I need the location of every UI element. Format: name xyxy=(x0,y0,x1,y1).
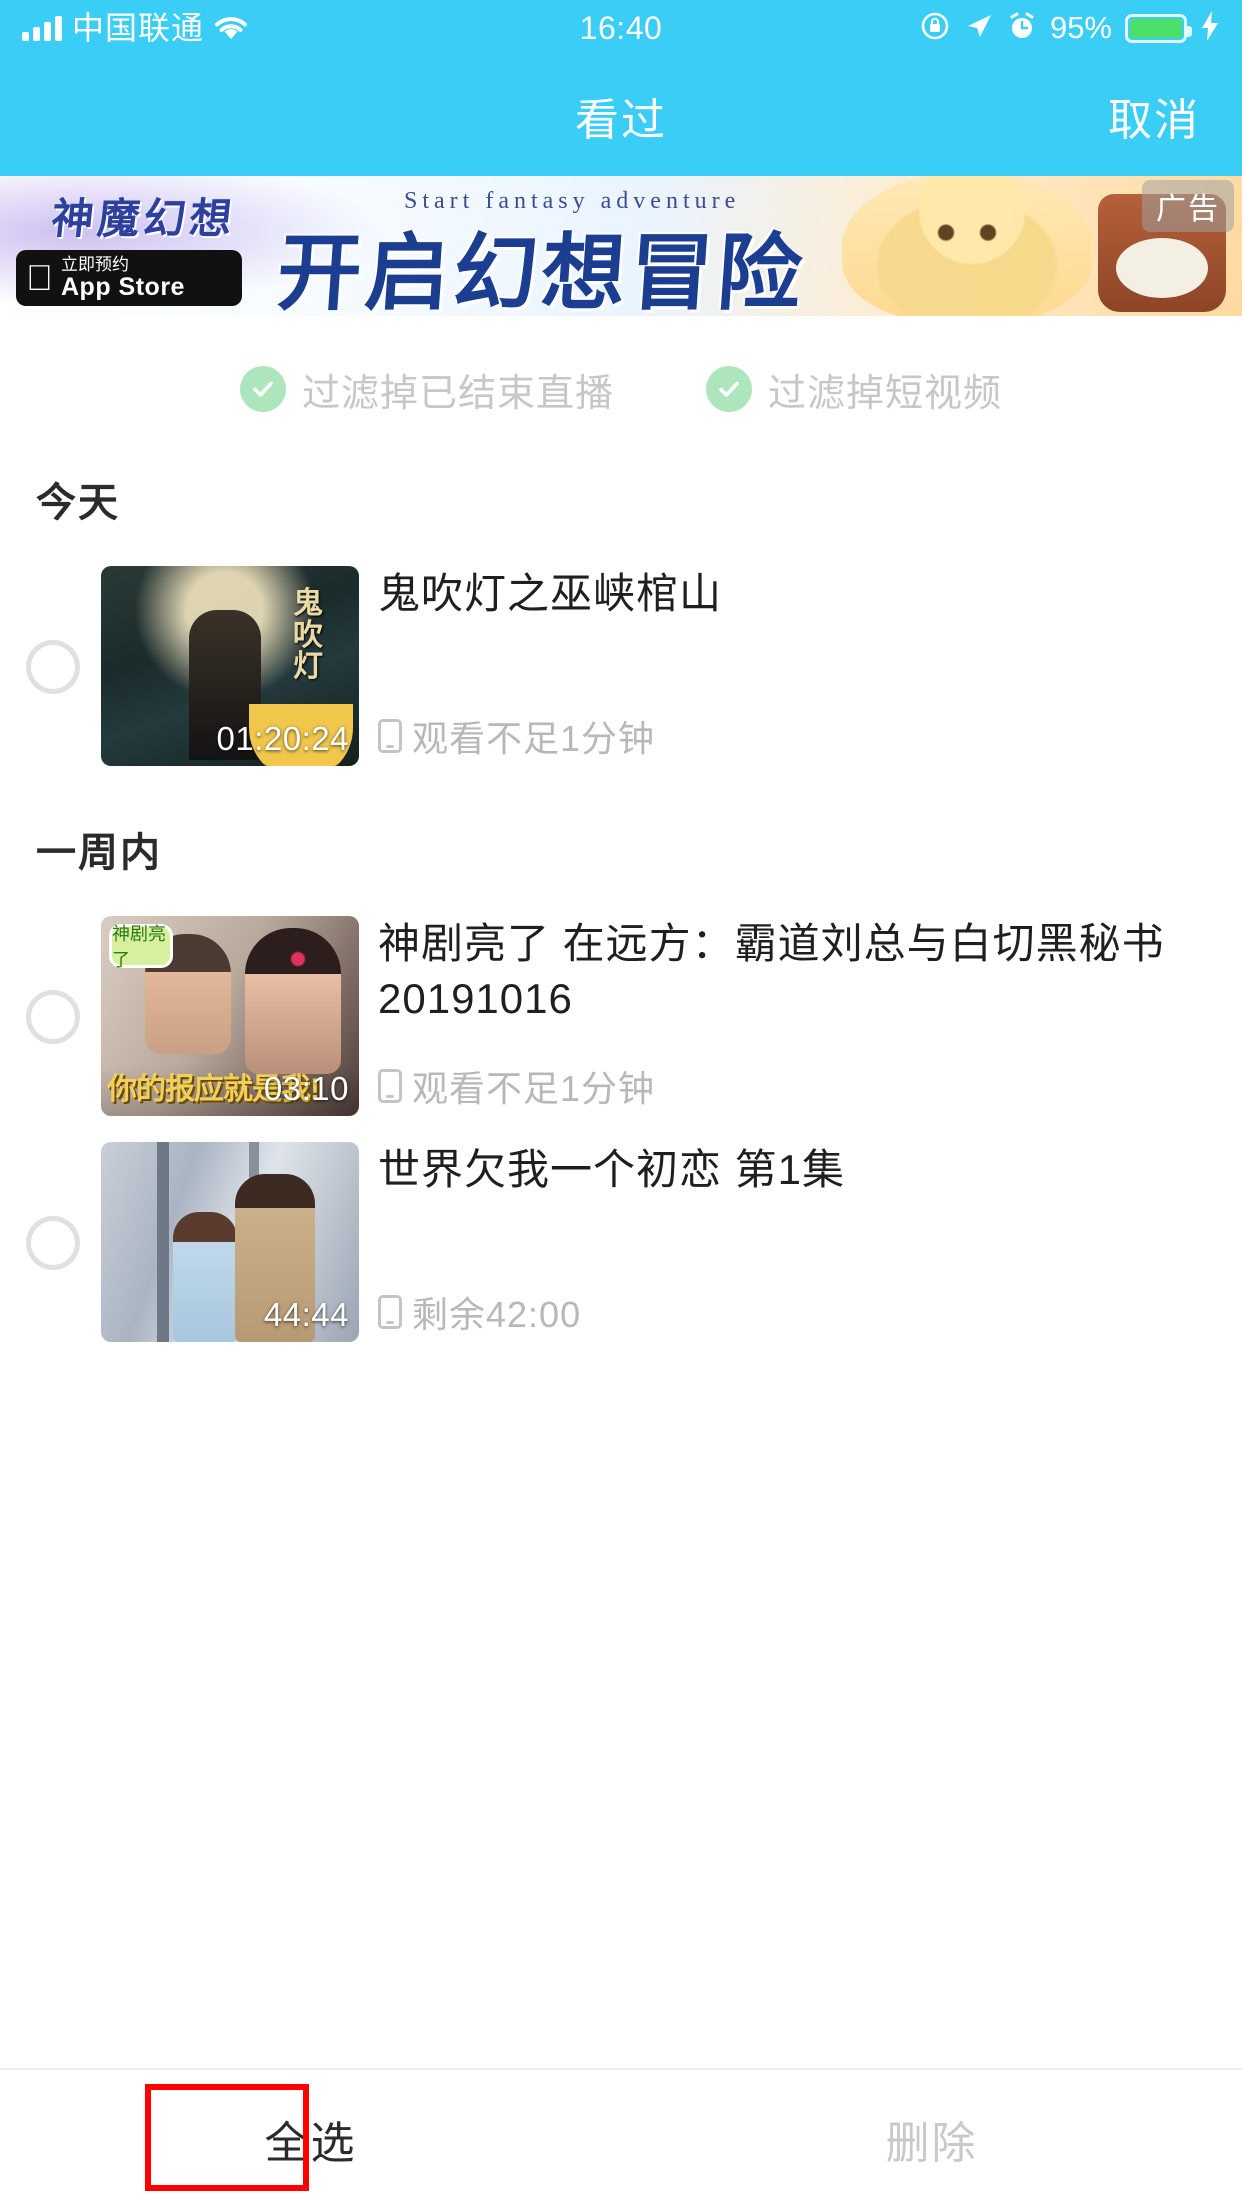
watch-status-label: 剩余42:00 xyxy=(412,1294,582,1335)
ad-game-logo: 神魔幻想 xyxy=(49,194,239,242)
thumbnail-art-door-left xyxy=(157,1142,169,1342)
watch-status: 剩余42:00 xyxy=(378,1286,581,1338)
list-item-meta: 神剧亮了 在远方：霸道刘总与白切黑秘书 20191016 观看不足1分钟 xyxy=(378,916,1226,1116)
video-thumbnail[interactable]: 01:20:24 xyxy=(101,566,359,766)
checkbox-unchecked-icon[interactable] xyxy=(26,640,80,694)
list-item[interactable]: 神剧亮了 你的报应就是我! 03:10 神剧亮了 在远方：霸道刘总与白切黑秘书 … xyxy=(0,904,1242,1130)
cancel-button[interactable]: 取消 xyxy=(1108,84,1200,148)
list-item-meta: 世界欠我一个初恋 第1集 剩余42:00 xyxy=(378,1142,1226,1342)
watch-status-label: 观看不足1分钟 xyxy=(412,1068,656,1109)
battery-icon xyxy=(1125,13,1192,43)
battery-percent-label: 95% xyxy=(1049,10,1112,45)
group-header-week: 一周内 xyxy=(36,831,162,875)
video-duration-badge: 01:20:24 xyxy=(216,720,349,757)
video-title: 鬼吹灯之巫峡棺山 xyxy=(378,570,723,617)
ad-label-badge: 广告 xyxy=(1142,180,1234,232)
ad-headline: 开启幻想冒险 xyxy=(274,226,809,316)
list-item[interactable]: 44:44 世界欠我一个初恋 第1集 剩余42:00 xyxy=(0,1130,1242,1356)
ad-character-art xyxy=(842,176,1092,316)
watch-status-label: 观看不足1分钟 xyxy=(412,718,656,759)
filter-option-shortvideo-label: 过滤掉短视频 xyxy=(768,372,1003,415)
phone-screen: 中国联通 16:40 95% 看过 取消 神魔幻想 立即预约 App Store… xyxy=(0,0,1242,2208)
filter-option-live[interactable]: 过滤掉已结束直播 xyxy=(239,362,614,417)
thumbnail-art-star xyxy=(271,932,325,986)
filter-option-live-label: 过滤掉已结束直播 xyxy=(301,372,614,415)
video-duration-badge: 03:10 xyxy=(263,1070,349,1107)
alarm-clock-icon xyxy=(1007,11,1037,46)
rotation-lock-icon xyxy=(919,10,951,47)
status-bar: 中国联通 16:40 95% xyxy=(0,0,1242,56)
location-arrow-icon xyxy=(964,11,994,46)
delete-container: 删除 xyxy=(621,2107,1242,2171)
checkbox-unchecked-icon[interactable] xyxy=(26,1216,80,1270)
lightning-bolt-icon xyxy=(1200,10,1220,47)
history-list: 今天 01:20:24 鬼吹灯之巫峡棺山 观看不足1分钟 一周内 xyxy=(0,430,1242,1356)
ad-banner[interactable]: 神魔幻想  立即预约 App Store Start fantasy adve… xyxy=(0,176,1242,316)
apple-icon:  xyxy=(26,260,53,296)
group-header-today: 今天 xyxy=(36,481,120,525)
list-item[interactable]: 01:20:24 鬼吹灯之巫峡棺山 观看不足1分钟 xyxy=(0,554,1242,780)
video-thumbnail[interactable]: 神剧亮了 你的报应就是我! 03:10 xyxy=(101,916,359,1116)
ad-appstore-big-label: App Store xyxy=(34,272,184,301)
device-phone-icon xyxy=(378,1295,402,1329)
status-bar-right: 95% xyxy=(919,10,1220,47)
device-phone-icon xyxy=(378,719,402,753)
select-all-container: 全选 xyxy=(0,2085,621,2193)
select-all-button[interactable]: 全选 xyxy=(231,2085,391,2193)
thumbnail-bubble-label: 神剧亮了 xyxy=(109,924,173,970)
delete-button[interactable]: 删除 xyxy=(886,2107,978,2171)
filter-option-shortvideo[interactable]: 过滤掉短视频 xyxy=(706,362,1002,417)
watch-status: 观看不足1分钟 xyxy=(378,1060,655,1112)
video-title: 世界欠我一个初恋 第1集 xyxy=(378,1146,846,1193)
nav-bar: 看过 取消 xyxy=(0,56,1242,176)
watch-status: 观看不足1分钟 xyxy=(378,710,655,762)
video-thumbnail[interactable]: 44:44 xyxy=(101,1142,359,1342)
thumbnail-art-person-left xyxy=(173,1212,237,1342)
video-duration-badge: 44:44 xyxy=(263,1296,349,1333)
list-item-meta: 鬼吹灯之巫峡棺山 观看不足1分钟 xyxy=(378,566,1226,766)
ad-appstore-text: 立即预约 App Store xyxy=(61,256,185,300)
checkbox-unchecked-icon[interactable] xyxy=(26,990,80,1044)
device-phone-icon xyxy=(378,1069,402,1103)
check-circle-icon[interactable] xyxy=(706,366,752,412)
ad-appstore-button[interactable]:  立即预约 App Store xyxy=(16,250,242,306)
video-title: 神剧亮了 在远方：霸道刘总与白切黑秘书 20191016 xyxy=(378,920,1165,1023)
filter-row: 过滤掉已结束直播 过滤掉短视频 xyxy=(0,348,1242,430)
check-circle-icon[interactable] xyxy=(239,366,286,412)
bottom-action-bar: 全选 删除 xyxy=(0,2068,1242,2208)
page-title: 看过 xyxy=(575,96,667,145)
ad-appstore-small-label: 立即预约 xyxy=(34,254,129,274)
